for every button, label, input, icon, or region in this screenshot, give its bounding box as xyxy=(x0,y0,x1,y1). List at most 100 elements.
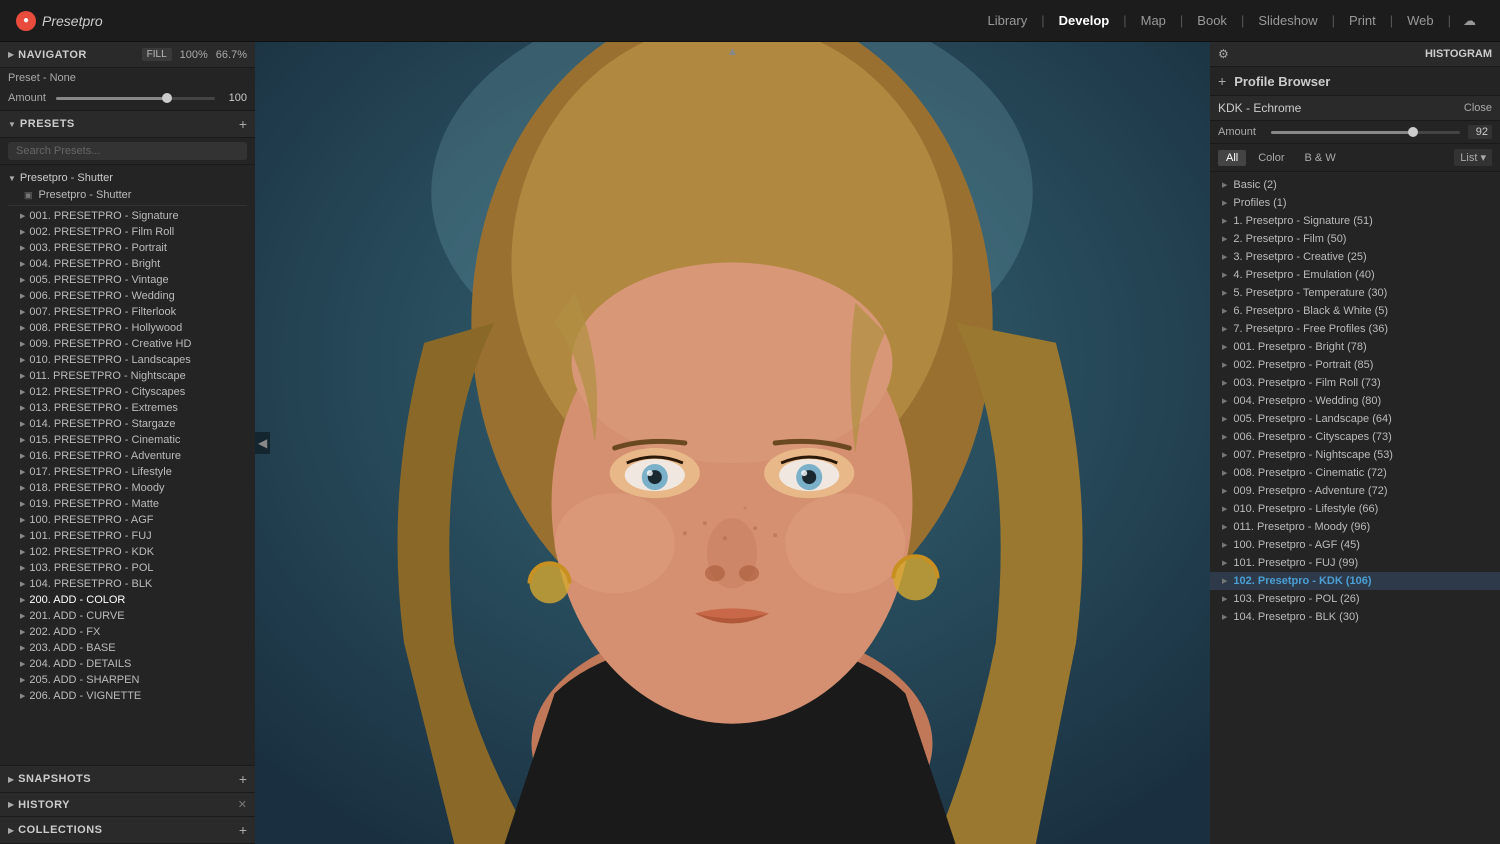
nav-develop[interactable]: Develop xyxy=(1049,9,1120,32)
profile-item[interactable]: ▶ 100. Presetpro - AGF (45) xyxy=(1210,536,1500,554)
logo-area: ● Presetpro xyxy=(16,11,103,31)
preset-item[interactable]: ▶ 204. ADD - DETAILS xyxy=(0,656,255,672)
preset-item-add-color[interactable]: ▶ 200. ADD - COLOR xyxy=(0,592,255,608)
preset-item[interactable]: ▶ 202. ADD - FX xyxy=(0,624,255,640)
list-view-button[interactable]: List ▾ xyxy=(1454,149,1492,166)
preset-item[interactable]: ▶ 010. PRESETPRO - Landscapes xyxy=(0,352,255,368)
profile-item[interactable]: ▶ 011. Presetpro - Moody (96) xyxy=(1210,518,1500,536)
profile-item[interactable]: ▶ 006. Presetpro - Cityscapes (73) xyxy=(1210,428,1500,446)
preset-item[interactable]: ▶ 009. PRESETPRO - Creative HD xyxy=(0,336,255,352)
amount-slider-thumb[interactable] xyxy=(162,93,172,103)
preset-item[interactable]: ▶ 011. PRESETPRO - Nightscape xyxy=(0,368,255,384)
navigator-collapse-icon[interactable]: ▶ xyxy=(8,50,14,59)
profile-item-kdk[interactable]: ▶ 102. Presetpro - KDK (106) xyxy=(1210,572,1500,590)
nav-map[interactable]: Map xyxy=(1131,9,1176,32)
amount-slider[interactable] xyxy=(56,97,215,100)
amount-value-right: 92 xyxy=(1468,125,1492,139)
preset-item[interactable]: ▶ 100. PRESETPRO - AGF xyxy=(0,512,255,528)
nav-book[interactable]: Book xyxy=(1187,9,1237,32)
profile-item[interactable]: ▶ 010. Presetpro - Lifestyle (66) xyxy=(1210,500,1500,518)
preset-item[interactable]: ▶ 103. PRESETPRO - POL xyxy=(0,560,255,576)
history-expand-icon: ▶ xyxy=(8,800,14,809)
preset-item[interactable]: ▶ 005. PRESETPRO - Vintage xyxy=(0,272,255,288)
profile-item[interactable]: ▶ 101. Presetpro - FUJ (99) xyxy=(1210,554,1500,572)
profile-item[interactable]: ▶ 5. Presetpro - Temperature (30) xyxy=(1210,284,1500,302)
profile-item[interactable]: ▶ 001. Presetpro - Bright (78) xyxy=(1210,338,1500,356)
profile-item[interactable]: ▶ 4. Presetpro - Emulation (40) xyxy=(1210,266,1500,284)
preset-group-child[interactable]: ▣ Presetpro - Shutter xyxy=(0,187,255,203)
preset-item[interactable]: ▶ 013. PRESETPRO - Extremes xyxy=(0,400,255,416)
settings-icon[interactable]: ⚙ xyxy=(1218,47,1229,61)
cloud-icon[interactable]: ☁ xyxy=(1455,9,1484,33)
preset-item[interactable]: ▶ 019. PRESETPRO - Matte xyxy=(0,496,255,512)
amount-value: 100 xyxy=(223,92,247,104)
fill-button[interactable]: FILL xyxy=(142,48,172,61)
profile-item[interactable]: ▶ 005. Presetpro - Landscape (64) xyxy=(1210,410,1500,428)
preset-item[interactable]: ▶ 018. PRESETPRO - Moody xyxy=(0,480,255,496)
nav-web[interactable]: Web xyxy=(1397,9,1444,32)
collections-header[interactable]: ▶ Collections + xyxy=(0,817,255,844)
profile-item[interactable]: ▶ 104. Presetpro - BLK (30) xyxy=(1210,608,1500,626)
preset-item[interactable]: ▶ 205. ADD - SHARPEN xyxy=(0,672,255,688)
preset-item[interactable]: ▶ 016. PRESETPRO - Adventure xyxy=(0,448,255,464)
preset-item[interactable]: ▶ 015. PRESETPRO - Cinematic xyxy=(0,432,255,448)
profile-item[interactable]: ▶ 003. Presetpro - Film Roll (73) xyxy=(1210,374,1500,392)
preset-item[interactable]: ▶ 002. PRESETPRO - Film Roll xyxy=(0,224,255,240)
profile-item[interactable]: ▶ 3. Presetpro - Creative (25) xyxy=(1210,248,1500,266)
preset-group-shutter[interactable]: ▼ Presetpro - Shutter xyxy=(0,169,255,187)
center-image-area: ▲ ◀ xyxy=(255,42,1210,844)
close-profile-button[interactable]: Close xyxy=(1464,102,1492,114)
preset-item[interactable]: ▶ 102. PRESETPRO - KDK xyxy=(0,544,255,560)
amount-slider-right[interactable] xyxy=(1271,131,1460,134)
nav-slideshow[interactable]: Slideshow xyxy=(1248,9,1327,32)
add-preset-button[interactable]: + xyxy=(239,116,247,132)
preset-item[interactable]: ▶ 001. PRESETPRO - Signature xyxy=(0,208,255,224)
preset-item[interactable]: ▶ 012. PRESETPRO - Cityscapes xyxy=(0,384,255,400)
profile-item-profiles[interactable]: ▶ Profiles (1) xyxy=(1210,194,1500,212)
nav-library[interactable]: Library xyxy=(978,9,1038,32)
add-snapshot-button[interactable]: + xyxy=(239,771,247,787)
amount-slider-thumb-right[interactable] xyxy=(1408,127,1418,137)
zoom-100[interactable]: 100% xyxy=(180,49,208,61)
profile-item[interactable]: ▶ 1. Presetpro - Signature (51) xyxy=(1210,212,1500,230)
profile-item[interactable]: ▶ 009. Presetpro - Adventure (72) xyxy=(1210,482,1500,500)
presets-collapse-icon[interactable]: ▼ xyxy=(8,120,16,129)
add-collection-button[interactable]: + xyxy=(239,822,247,838)
preset-item[interactable]: ▶ 014. PRESETPRO - Stargaze xyxy=(0,416,255,432)
search-input[interactable] xyxy=(8,142,247,160)
preset-item[interactable]: ▶ 101. PRESETPRO - FUJ xyxy=(0,528,255,544)
profile-item[interactable]: ▶ 103. Presetpro - POL (26) xyxy=(1210,590,1500,608)
profile-item[interactable]: ▶ 6. Presetpro - Black & White (5) xyxy=(1210,302,1500,320)
preset-item[interactable]: ▶ 017. PRESETPRO - Lifestyle xyxy=(0,464,255,480)
top-panel-toggle[interactable]: ▲ xyxy=(719,42,747,60)
add-profile-button[interactable]: + xyxy=(1218,73,1226,89)
preset-item[interactable]: ▶ 003. PRESETPRO - Portrait xyxy=(0,240,255,256)
filter-tab-color[interactable]: Color xyxy=(1250,150,1292,166)
preset-item[interactable]: ▶ 104. PRESETPRO - BLK xyxy=(0,576,255,592)
filter-tab-all[interactable]: All xyxy=(1218,150,1246,166)
left-panel-toggle[interactable]: ◀ xyxy=(255,432,270,454)
profile-item[interactable]: ▶ 008. Presetpro - Cinematic (72) xyxy=(1210,464,1500,482)
preset-item[interactable]: ▶ 201. ADD - CURVE xyxy=(0,608,255,624)
profile-item[interactable]: ▶ 7. Presetpro - Free Profiles (36) xyxy=(1210,320,1500,338)
preset-item[interactable]: ▶ 206. ADD - VIGNETTE xyxy=(0,688,255,704)
profile-browser-title: Profile Browser xyxy=(1234,74,1330,89)
profile-item[interactable]: ▶ 2. Presetpro - Film (50) xyxy=(1210,230,1500,248)
preset-item[interactable]: ▶ 007. PRESETPRO - Filterlook xyxy=(0,304,255,320)
filter-tab-bw[interactable]: B & W xyxy=(1297,150,1344,166)
history-header[interactable]: ▶ History ✕ xyxy=(0,793,255,817)
preset-item[interactable]: ▶ 008. PRESETPRO - Hollywood xyxy=(0,320,255,336)
profile-item-basic[interactable]: ▶ Basic (2) xyxy=(1210,176,1500,194)
history-close-button[interactable]: ✕ xyxy=(238,798,247,811)
preset-item[interactable]: ▶ 004. PRESETPRO - Bright xyxy=(0,256,255,272)
profile-item[interactable]: ▶ 002. Presetpro - Portrait (85) xyxy=(1210,356,1500,374)
zoom-66[interactable]: 66.7% xyxy=(216,49,247,61)
snapshots-header[interactable]: ▶ Snapshots + xyxy=(0,766,255,793)
preset-item[interactable]: ▶ 006. PRESETPRO - Wedding xyxy=(0,288,255,304)
profile-item[interactable]: ▶ 004. Presetpro - Wedding (80) xyxy=(1210,392,1500,410)
profile-item[interactable]: ▶ 007. Presetpro - Nightscape (53) xyxy=(1210,446,1500,464)
preset-item[interactable]: ▶ 203. ADD - BASE xyxy=(0,640,255,656)
history-title: History xyxy=(18,799,70,811)
nav-print[interactable]: Print xyxy=(1339,9,1386,32)
histogram-header: ⚙ Histogram xyxy=(1210,42,1500,67)
